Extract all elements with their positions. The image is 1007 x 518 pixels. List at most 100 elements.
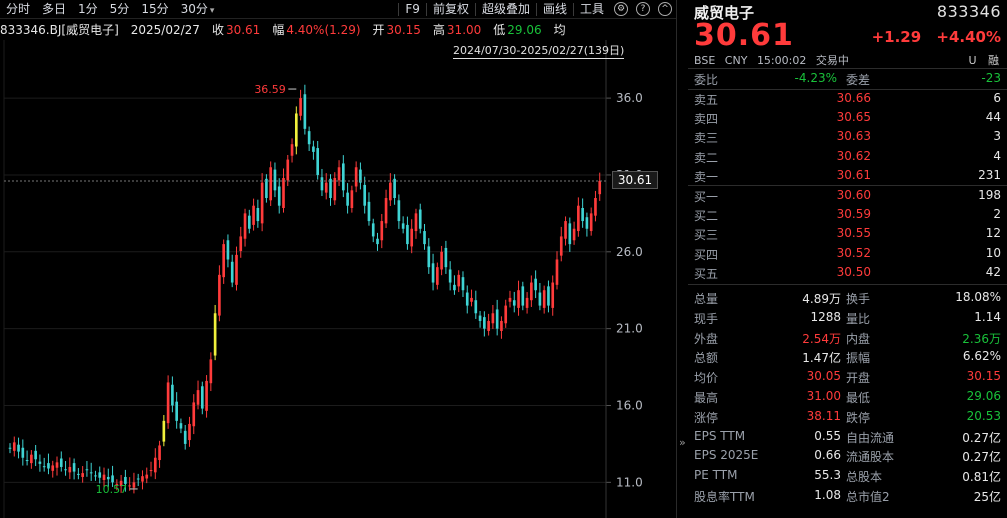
tool-button-0[interactable]: F9 (399, 0, 426, 19)
asks-row[interactable]: 卖一 30.61 231 (688, 167, 1007, 186)
currency: CNY (724, 54, 748, 67)
trade-status: 交易中 (815, 54, 849, 67)
stat-row: EPS TTM 0.55 自由流通 0.27亿 (688, 428, 1007, 447)
stat-value: 2.54万 (802, 331, 841, 346)
stat-label: 流通股本 (846, 450, 895, 465)
candle-body (218, 274, 221, 316)
candle-body (572, 228, 576, 241)
candle-body (341, 163, 345, 191)
candle-body (277, 186, 281, 206)
candle-body (205, 380, 208, 411)
period-tab-5[interactable]: 30分 (175, 0, 221, 19)
period-tab-4[interactable]: 15分 (135, 0, 174, 19)
exchange: BSE (694, 54, 716, 67)
candle-body (252, 205, 255, 225)
level-volume: 231 (978, 167, 1001, 182)
candle-body (303, 94, 307, 129)
asks-row[interactable]: 卖二 30.62 4 (688, 148, 1007, 167)
help-icon[interactable]: ? (636, 2, 650, 16)
gear-icon[interactable]: ⚙ (614, 2, 628, 16)
candle-body (183, 430, 187, 444)
y-tick-label: 26.0 (616, 245, 643, 259)
stat-value: 0.27亿 (962, 430, 1001, 445)
tool-button-4[interactable]: 工具 (574, 0, 610, 19)
avg-label: 均 (553, 23, 566, 37)
period-tab-0[interactable]: 分时 (0, 0, 36, 19)
stat-label: PE TTM (694, 468, 738, 483)
collapse-icon[interactable]: ^ (658, 2, 672, 16)
candle-body (431, 263, 435, 283)
period-tab-3[interactable]: 5分 (104, 0, 136, 19)
candle-body (585, 217, 589, 229)
tool-button-2[interactable]: 超级叠加 (476, 0, 536, 19)
date-range-label[interactable]: 2024/07/30-2025/02/27(139日) (453, 42, 625, 59)
candle-body (367, 201, 371, 222)
candle-body (226, 240, 230, 260)
candle-body (354, 167, 358, 187)
divider-line (688, 68, 1007, 69)
level-price: 30.59 (836, 207, 871, 222)
flag-margin: 融 (988, 54, 999, 67)
candle-body (77, 473, 80, 475)
low-value: 29.06 (507, 22, 542, 37)
candle-body (500, 320, 503, 331)
weibi-value: -4.23% (794, 71, 837, 85)
bids-row[interactable]: 买二 30.59 2 (688, 206, 1007, 225)
tool-button-3[interactable]: 画线 (537, 0, 573, 19)
stat-row: 涨停 38.11 跌停 20.53 (688, 408, 1007, 427)
divider-line (688, 185, 1007, 186)
candle-body (444, 247, 448, 268)
period-tab-2[interactable]: 1分 (72, 0, 104, 19)
current-price-tag: 30.61 (612, 171, 658, 189)
stat-label: 股息率TTM (694, 490, 755, 504)
stat-value: 0.27亿 (962, 450, 1001, 465)
quote-info-bar: 833346.BJ[威贸电子] 2025/02/27 收 30.61 幅 4.4… (0, 20, 676, 39)
candle-body (534, 278, 537, 291)
candle-body (508, 297, 512, 302)
candle-body (136, 478, 140, 480)
candle-body (410, 228, 414, 247)
open-label: 开 (372, 23, 385, 37)
stat-label: 跌停 (846, 410, 871, 425)
tool-button-1[interactable]: 前复权 (427, 0, 475, 19)
stat-row: 现手 1288 量比 1.14 (688, 309, 1007, 328)
candle-body (406, 224, 409, 245)
bids-row[interactable]: 买五 30.50 42 (688, 264, 1007, 283)
asks-row[interactable]: 卖三 30.63 3 (688, 128, 1007, 147)
candle-body (294, 113, 298, 147)
stat-value: 0.81亿 (962, 470, 1001, 485)
stat-value: 38.11 (806, 408, 841, 423)
stat-label: 总额 (694, 351, 719, 366)
candle-body (542, 290, 546, 308)
period-tab-1[interactable]: 多日 (36, 0, 72, 19)
weicha-value: -23 (981, 71, 1001, 85)
level-price: 30.66 (836, 91, 871, 105)
asks-row[interactable]: 卖四 30.65 44 (688, 109, 1007, 128)
high-label: 高 (432, 23, 445, 37)
bids-row[interactable]: 买四 30.52 10 (688, 245, 1007, 264)
level-label: 卖一 (694, 169, 719, 184)
candle-body (346, 192, 349, 206)
candle-body (243, 213, 247, 239)
stock-code: 833346 (936, 2, 1001, 21)
price-change: +1.29 +4.40% (862, 28, 1001, 46)
candle-body (521, 286, 525, 306)
close-value: 30.61 (225, 22, 261, 37)
stat-value: 55.3 (814, 468, 841, 483)
candlestick-chart[interactable]: 36.031.026.021.016.011.036.5910.57 (0, 40, 676, 518)
stat-row: 股息率TTM 1.08 总市值2 25亿 (688, 487, 1007, 506)
candle-body (299, 98, 302, 116)
candle-body (179, 423, 183, 429)
candle-body (166, 382, 170, 424)
level-price: 30.60 (836, 188, 871, 202)
candle-body (55, 462, 59, 468)
y-tick-label: 16.0 (616, 398, 643, 412)
candle-body (504, 305, 508, 324)
level-label: 买一 (694, 190, 719, 204)
bids-row[interactable]: 买三 30.55 12 (688, 225, 1007, 244)
asks-row[interactable]: 卖五 30.66 6 (688, 90, 1007, 109)
expand-arrow-icon[interactable]: » (679, 436, 686, 449)
bids-row[interactable]: 买一 30.60 198 (688, 187, 1007, 206)
candle-body (269, 167, 273, 201)
candle-body (213, 313, 217, 356)
